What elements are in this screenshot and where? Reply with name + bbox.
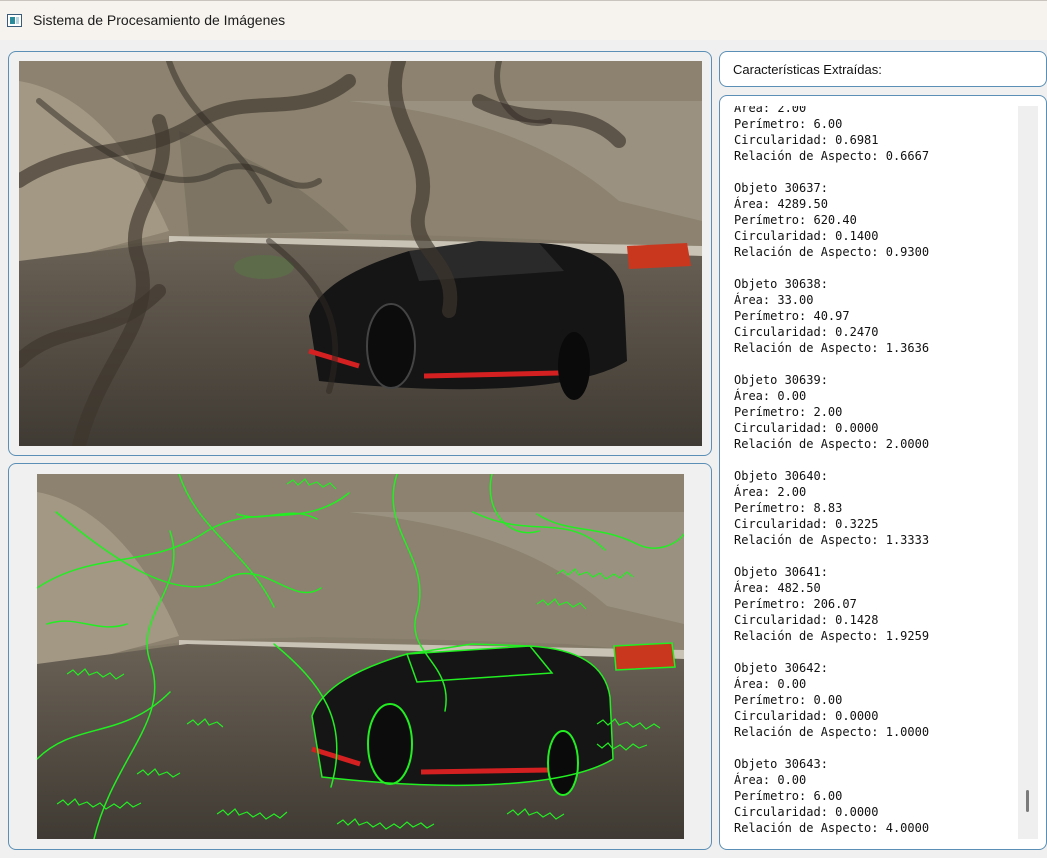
- feature-line: Circularidad: 0.6981: [734, 133, 879, 147]
- feature-line: Circularidad: 0.0000: [734, 709, 879, 723]
- feature-line: Perímetro: 620.40: [734, 213, 857, 227]
- feature-line: Área: 482.50: [734, 581, 821, 595]
- feature-line: Objeto 30637:: [734, 181, 828, 195]
- feature-line: Relación de Aspecto: 4.0000: [734, 821, 930, 835]
- feature-line: Circularidad: 0.1428: [734, 613, 879, 627]
- feature-line: Perímetro: 8.83: [734, 501, 843, 515]
- feature-line: Perímetro: 0.00: [734, 693, 843, 707]
- features-label: Características Extraídas:: [733, 62, 882, 77]
- title-bar: Sistema de Procesamiento de Imágenes: [0, 0, 1047, 40]
- car-photo-original: [19, 61, 702, 446]
- app-window-icon: [7, 14, 22, 27]
- features-label-box: Características Extraídas:: [719, 51, 1047, 87]
- feature-line: Perímetro: 40.97: [734, 309, 850, 323]
- feature-line: Perímetro: 206.07: [734, 597, 857, 611]
- features-text-viewport: Área: 2.00 Perímetro: 6.00 Circularidad: 0…: [734, 106, 1014, 839]
- features-text: Área: 2.00 Perímetro: 6.00 Circularidad: 0…: [734, 106, 929, 836]
- car-photo-contours: [37, 474, 684, 839]
- feature-line: Área: 0.00: [734, 773, 807, 787]
- vertical-scrollbar[interactable]: [1018, 106, 1038, 839]
- feature-line: Circularidad: 0.2470: [734, 325, 879, 339]
- feature-line: Área: 33.00: [734, 293, 814, 307]
- scrollbar-thumb[interactable]: [1026, 790, 1029, 812]
- processed-image: [37, 474, 684, 839]
- feature-line: Circularidad: 0.0000: [734, 805, 879, 819]
- feature-line: Perímetro: 6.00: [734, 117, 843, 131]
- window-title: Sistema de Procesamiento de Imágenes: [33, 12, 286, 28]
- feature-line: Área: 2.00: [734, 485, 807, 499]
- feature-line: Relación de Aspecto: 1.3333: [734, 533, 930, 547]
- features-text-area[interactable]: Área: 2.00 Perímetro: 6.00 Circularidad: 0…: [719, 95, 1047, 850]
- feature-line: Perímetro: 2.00: [734, 405, 843, 419]
- feature-line: Relación de Aspecto: 0.9300: [734, 245, 930, 259]
- feature-line: Objeto 30639:: [734, 373, 828, 387]
- feature-line: Circularidad: 0.0000: [734, 421, 879, 435]
- feature-line: Área: 0.00: [734, 389, 807, 403]
- feature-line: Objeto 30640:: [734, 469, 828, 483]
- processed-image-panel: [8, 463, 712, 850]
- feature-line: Objeto 30641:: [734, 565, 828, 579]
- feature-line: Relación de Aspecto: 0.6667: [734, 149, 930, 163]
- feature-line: Área: 2.00: [734, 106, 807, 115]
- feature-line: Objeto 30643:: [734, 757, 828, 771]
- original-image: [19, 61, 702, 446]
- feature-line: Relación de Aspecto: 1.3636: [734, 341, 930, 355]
- feature-line: Objeto 30638:: [734, 277, 828, 291]
- feature-line: Área: 4289.50: [734, 197, 828, 211]
- feature-line: Relación de Aspecto: 1.0000: [734, 725, 930, 739]
- feature-line: Objeto 30642:: [734, 661, 828, 675]
- original-image-panel: [8, 51, 712, 456]
- feature-line: Circularidad: 0.1400: [734, 229, 879, 243]
- feature-line: Perímetro: 6.00: [734, 789, 843, 803]
- feature-line: Relación de Aspecto: 2.0000: [734, 437, 930, 451]
- feature-line: Área: 0.00: [734, 677, 807, 691]
- feature-line: Relación de Aspecto: 1.9259: [734, 629, 930, 643]
- feature-line: Circularidad: 0.3225: [734, 517, 879, 531]
